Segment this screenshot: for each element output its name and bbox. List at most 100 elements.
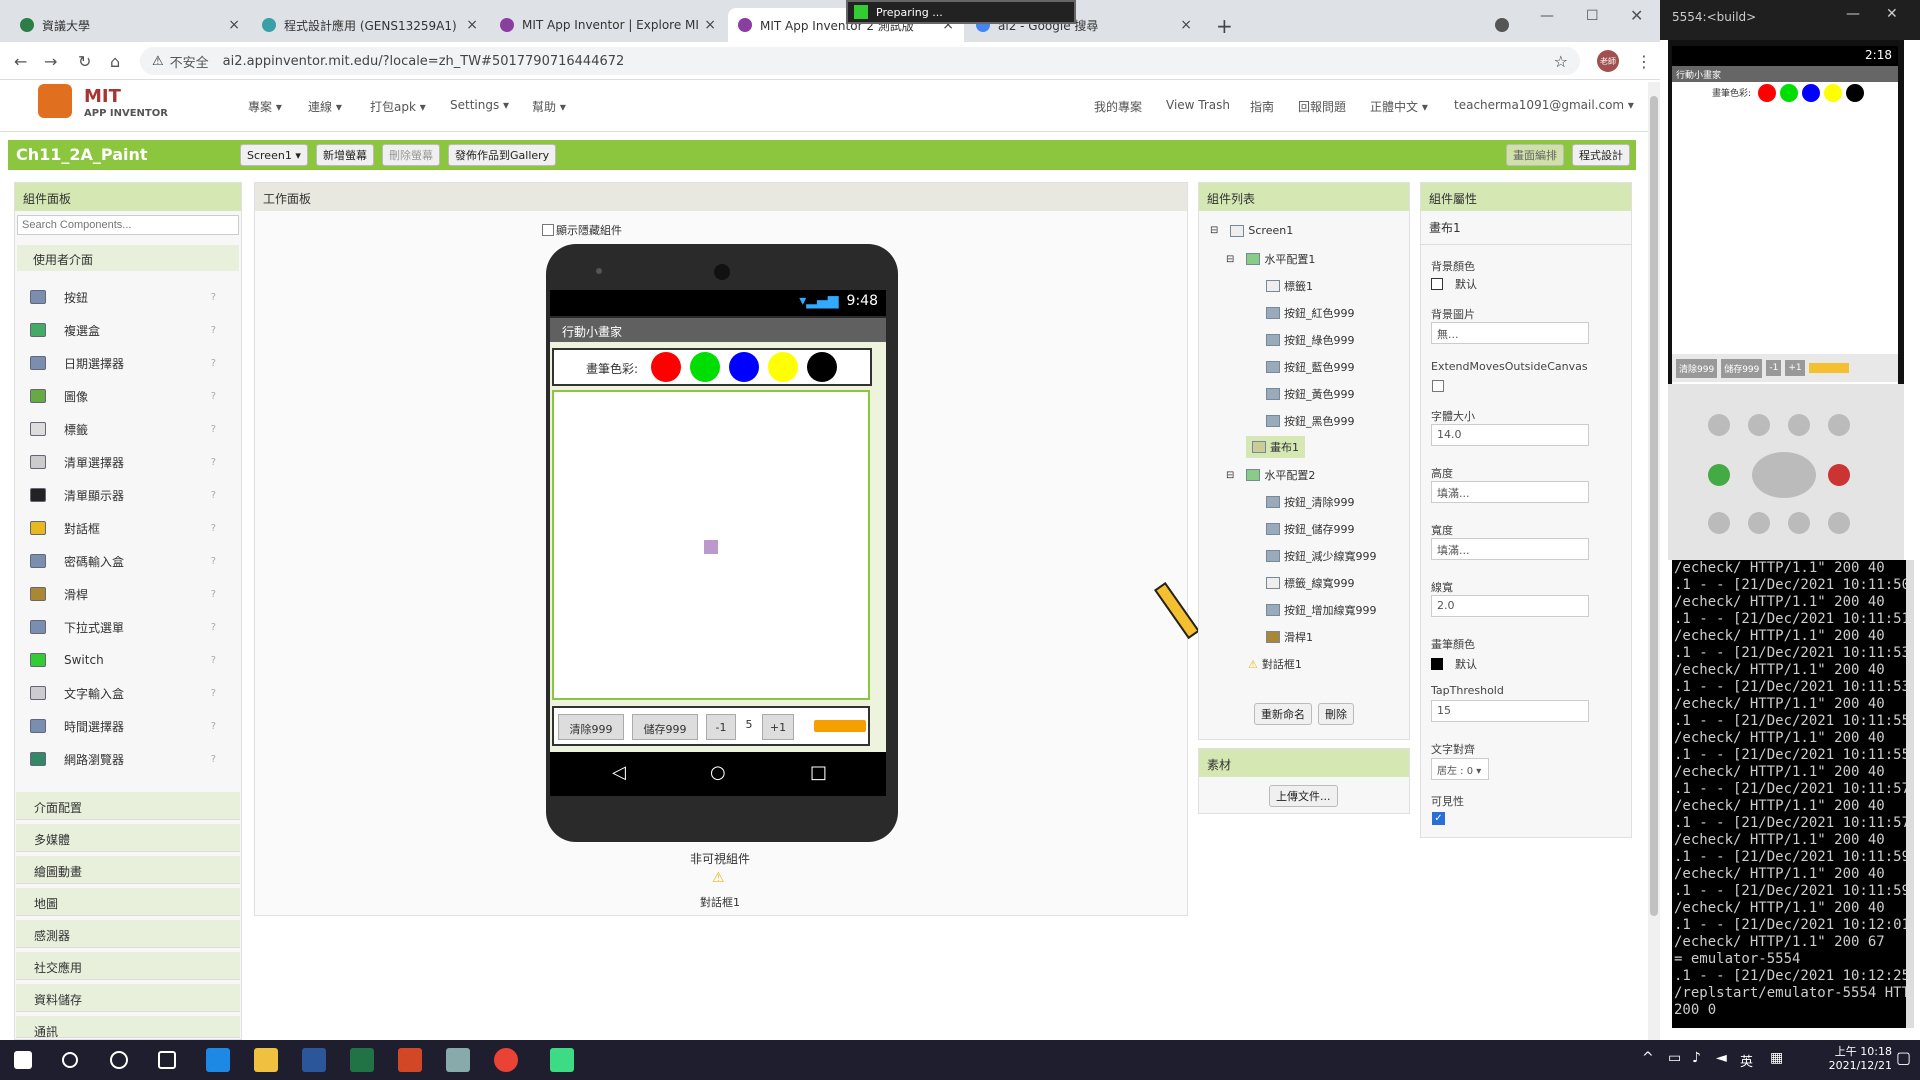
tree-item-btn-yellow[interactable]: 按鈕_黃色999 — [1266, 386, 1355, 402]
blue-button[interactable] — [729, 352, 759, 382]
tray-arrow-icon[interactable]: ^ — [1642, 1050, 1654, 1066]
palette-item-switch[interactable]: Switch? — [16, 647, 228, 673]
report-issue-link[interactable]: 回報問題 — [1298, 98, 1346, 115]
bg-image-field[interactable]: 無... — [1431, 322, 1589, 344]
reload-icon[interactable]: ↻ — [78, 52, 91, 71]
back-icon[interactable] — [1788, 512, 1810, 534]
excel-icon[interactable] — [350, 1048, 374, 1072]
help-icon[interactable]: ? — [211, 589, 216, 600]
language-menu[interactable]: 正體中文 ▾ — [1370, 98, 1428, 115]
help-icon[interactable]: ? — [211, 754, 216, 765]
add-screen-button[interactable]: 新增螢幕 — [316, 144, 374, 166]
console-scrollbar[interactable] — [1906, 560, 1914, 1028]
palette-item-button[interactable]: 按鈕? — [16, 284, 228, 310]
help-icon[interactable]: ? — [211, 424, 216, 435]
home-icon[interactable]: ⌂ — [110, 52, 120, 71]
browser-tab[interactable]: 程式設計應用 (GENS13259A1) × — [252, 8, 488, 42]
collapse-icon[interactable]: ⊟ — [1226, 470, 1234, 481]
power-icon[interactable] — [1828, 414, 1850, 436]
cortana-icon[interactable] — [110, 1051, 128, 1069]
browser-tab[interactable]: 資議大學 × — [10, 8, 250, 42]
logo-text[interactable]: MIT — [84, 86, 121, 107]
publish-gallery-button[interactable]: 發佈作品到Gallery — [448, 144, 557, 166]
page-scrollbar[interactable] — [1648, 82, 1660, 1040]
maximize-button[interactable]: ☐ — [1586, 8, 1599, 24]
palette-item-timepicker[interactable]: 時間選擇器? — [16, 713, 228, 739]
end-call-icon[interactable] — [1828, 464, 1850, 486]
new-tab-button[interactable]: + — [1216, 14, 1233, 38]
home-icon[interactable] — [1708, 512, 1730, 534]
line-width-field[interactable]: 2.0 — [1431, 595, 1589, 617]
palette-item-label[interactable]: 標籤? — [16, 416, 228, 442]
menu-help[interactable]: 幫助 ▾ — [532, 98, 566, 115]
ime-indicator[interactable]: 英 — [1740, 1051, 1753, 1070]
help-icon[interactable]: ? — [211, 655, 216, 666]
windows-start-icon[interactable] — [14, 1051, 32, 1069]
green-button[interactable] — [690, 352, 720, 382]
help-icon[interactable]: ? — [211, 391, 216, 402]
menu-settings[interactable]: Settings ▾ — [450, 98, 509, 112]
emulator-red-button[interactable] — [1758, 84, 1776, 102]
menu-project[interactable]: 專案 ▾ — [248, 98, 282, 115]
category-user-interface[interactable]: 使用者介面 — [17, 245, 239, 271]
remove-screen-button[interactable]: 刪除螢幕 — [382, 144, 440, 166]
menu-build[interactable]: 打包apk ▾ — [370, 98, 426, 115]
more-menu-icon[interactable]: ⋮ — [1636, 52, 1652, 71]
tree-item-screen1[interactable]: ⊟ Screen1 — [1210, 224, 1293, 237]
yellow-button[interactable] — [768, 352, 798, 382]
url-bar[interactable]: ⚠ 不安全 ai2.appinventor.mit.edu/?locale=zh… — [140, 47, 1580, 75]
help-icon[interactable]: ? — [211, 523, 216, 534]
emulator-green-button[interactable] — [1780, 84, 1798, 102]
help-icon[interactable]: ? — [211, 457, 216, 468]
palette-item-image[interactable]: 圖像? — [16, 383, 228, 409]
height-field[interactable]: 填滿... — [1431, 481, 1589, 503]
bookmark-star-icon[interactable]: ☆ — [1554, 52, 1568, 71]
emulator-save-button[interactable]: 儲存999 — [1721, 358, 1763, 378]
palette-item-slider[interactable]: 滑桿? — [16, 581, 228, 607]
guide-link[interactable]: 指南 — [1250, 98, 1274, 115]
chrome-icon[interactable] — [494, 1048, 518, 1072]
minimize-button[interactable]: — — [1540, 8, 1554, 24]
profile-avatar[interactable]: 老師 — [1597, 50, 1619, 72]
red-button[interactable] — [651, 352, 681, 382]
emulator-yellow-button[interactable] — [1824, 84, 1842, 102]
microphone-icon[interactable]: ♪ — [1692, 1050, 1701, 1066]
tree-item-label1[interactable]: 標籤1 — [1266, 278, 1313, 294]
tree-item-btn-decrease[interactable]: 按鈕_減少線寬999 — [1266, 548, 1377, 564]
account-menu[interactable]: teacherma1091@gmail.com ▾ — [1454, 98, 1634, 112]
close-window-button[interactable]: ✕ — [1630, 6, 1643, 25]
minimize-button[interactable]: — — [1846, 6, 1860, 22]
help-icon[interactable]: ? — [211, 358, 216, 369]
tree-item-btn-save[interactable]: 按鈕_儲存999 — [1266, 521, 1355, 537]
increase-width-button[interactable]: +1 — [762, 714, 794, 740]
designer-button[interactable]: 畫面編排 — [1506, 144, 1564, 166]
clear-button[interactable]: 清除999 — [558, 714, 624, 740]
palette-item-listview[interactable]: 清單顯示器? — [16, 482, 228, 508]
palette-item-datepicker[interactable]: 日期選擇器? — [16, 350, 228, 376]
help-icon[interactable]: ? — [211, 292, 216, 303]
category-drawing[interactable]: 繪圖動畫 — [16, 856, 240, 884]
file-explorer-icon[interactable] — [254, 1048, 278, 1072]
browser-tab[interactable]: MIT App Inventor | Explore MIT × — [490, 8, 726, 42]
emulator-clear-button[interactable]: 清除999 — [1676, 358, 1718, 378]
app-icon[interactable] — [446, 1048, 470, 1072]
camera-icon[interactable] — [1708, 414, 1730, 436]
menu-connect[interactable]: 連線 ▾ — [308, 98, 342, 115]
category-storage[interactable]: 資料儲存 — [16, 984, 240, 1012]
slider[interactable] — [814, 720, 866, 732]
category-sensors[interactable]: 感測器 — [16, 920, 240, 948]
category-media[interactable]: 多媒體 — [16, 824, 240, 852]
width-field[interactable]: 填滿... — [1431, 538, 1589, 560]
forward-icon[interactable]: → — [44, 52, 57, 71]
tree-item-btn-blue[interactable]: 按鈕_藍色999 — [1266, 359, 1355, 375]
visible-checkbox[interactable]: ✓ — [1432, 812, 1445, 825]
volume-up-icon[interactable] — [1788, 414, 1810, 436]
close-window-button[interactable]: ✕ — [1886, 6, 1898, 22]
tree-item-btn-clear[interactable]: 按鈕_清除999 — [1266, 494, 1355, 510]
call-icon[interactable] — [1708, 464, 1730, 486]
android-emulator-icon[interactable] — [550, 1048, 574, 1072]
bg-color-picker[interactable]: 默认 — [1431, 276, 1477, 292]
tree-item-btn-black[interactable]: 按鈕_黑色999 — [1266, 413, 1355, 429]
tree-item-btn-increase[interactable]: 按鈕_增加線寬999 — [1266, 602, 1377, 618]
close-icon[interactable]: × — [466, 17, 478, 33]
